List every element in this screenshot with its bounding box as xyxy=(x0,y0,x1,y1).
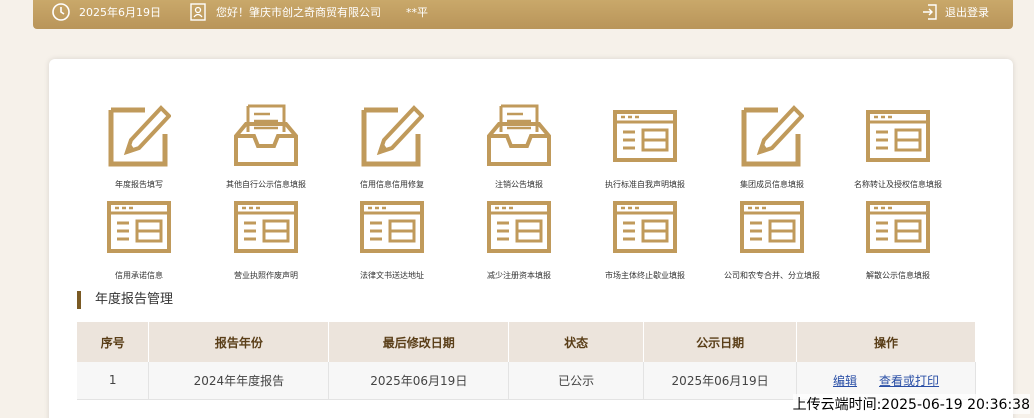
tile-dissolution[interactable]: 解散公示信息填报 xyxy=(835,195,961,291)
tile-group-members[interactable]: 集团成员信息填报 xyxy=(709,104,835,200)
cell-no: 1 xyxy=(77,362,150,400)
tile-business-suspension[interactable]: 市场主体终止歇业填报 xyxy=(582,195,708,291)
form-window-icon xyxy=(613,201,677,253)
tile-capital-reduction[interactable]: 减少注册资本填报 xyxy=(456,195,582,291)
tile-label: 法律文书送达地址 xyxy=(360,271,424,280)
cell-published: 2025年06月19日 xyxy=(643,362,798,400)
header-no: 序号 xyxy=(77,322,150,362)
clock-icon xyxy=(51,2,71,22)
section-title: 年度报告管理 xyxy=(77,291,173,309)
edit-icon xyxy=(741,105,804,167)
tile-label: 市场主体终止歇业填报 xyxy=(605,271,685,280)
tile-name-transfer[interactable]: 名称转让及授权信息填报 xyxy=(835,104,961,200)
table-header-row: 序号 报告年份 最后修改日期 状态 公示日期 操作 xyxy=(77,322,976,362)
tile-label: 减少注册资本填报 xyxy=(487,271,551,280)
tile-legal-address[interactable]: 法律文书送达地址 xyxy=(329,195,455,291)
logout-button[interactable]: 退出登录 xyxy=(921,0,989,24)
header-actions: 操作 xyxy=(796,322,976,362)
logout-icon xyxy=(921,3,939,21)
tile-label: 解散公示信息填报 xyxy=(866,271,930,280)
current-date: 2025年6月19日 xyxy=(79,6,161,19)
tile-other-public-info[interactable]: 其他自行公示信息填报 xyxy=(203,104,329,200)
cell-year: 2024年年度报告 xyxy=(148,362,330,400)
tile-label: 信用承诺信息 xyxy=(115,271,163,280)
tile-credit-repair[interactable]: 信用信息信用修复 xyxy=(329,104,455,200)
tile-label: 信用信息信用修复 xyxy=(360,180,424,189)
edit-icon xyxy=(361,105,424,167)
tile-deregistration-notice[interactable]: 注销公告填报 xyxy=(456,104,582,200)
tile-license-void[interactable]: 营业执照作废声明 xyxy=(203,195,329,291)
tile-label: 年度报告填写 xyxy=(115,180,163,189)
form-window-icon xyxy=(107,201,171,253)
inbox-document-icon xyxy=(487,104,551,166)
header-year: 报告年份 xyxy=(148,322,330,362)
inbox-document-icon xyxy=(234,104,298,166)
tile-credit-commitment[interactable]: 信用承诺信息 xyxy=(76,195,202,291)
tile-standard-declaration[interactable]: 执行标准自我声明填报 xyxy=(582,104,708,200)
form-window-icon xyxy=(740,201,804,253)
user-name: **平 xyxy=(406,6,428,19)
header-modified: 最后修改日期 xyxy=(328,322,510,362)
form-window-icon xyxy=(360,201,424,253)
upload-timestamp: 上传云端时间:2025-06-19 20:36:38 xyxy=(792,394,1030,414)
top-bar: 2025年6月19日 您好！肇庆市创之奇商贸有限公司 **平 退出登录 xyxy=(33,0,1013,29)
form-window-icon xyxy=(613,110,677,162)
tile-label: 执行标准自我声明填报 xyxy=(605,180,685,189)
cell-status: 已公示 xyxy=(508,362,645,400)
greeting-segment: 您好！肇庆市创之奇商贸有限公司 **平 xyxy=(190,0,428,24)
header-status: 状态 xyxy=(508,322,645,362)
form-window-icon xyxy=(866,201,930,253)
tile-label: 营业执照作废声明 xyxy=(234,271,298,280)
tile-annual-report[interactable]: 年度报告填写 xyxy=(76,104,202,200)
tile-label: 名称转让及授权信息填报 xyxy=(854,180,942,189)
annual-report-table: 序号 报告年份 最后修改日期 状态 公示日期 操作 1 2024年年度报告 20… xyxy=(77,322,976,400)
logout-label: 退出登录 xyxy=(945,6,989,19)
form-window-icon xyxy=(866,110,930,162)
greeting-text: 您好！肇庆市创之奇商贸有限公司 xyxy=(216,6,381,19)
tile-label: 公司和农专合并、分立填报 xyxy=(724,271,820,280)
tile-merger-split[interactable]: 公司和农专合并、分立填报 xyxy=(709,195,835,291)
user-badge-icon xyxy=(190,3,206,21)
tile-label: 集团成员信息填报 xyxy=(740,180,804,189)
form-window-icon xyxy=(234,201,298,253)
view-print-link[interactable]: 查看或打印 xyxy=(879,374,939,388)
edit-link[interactable]: 编辑 xyxy=(833,374,857,388)
cell-modified: 2025年06月19日 xyxy=(328,362,510,400)
tile-label: 其他自行公示信息填报 xyxy=(226,180,306,189)
date-segment: 2025年6月19日 xyxy=(51,0,161,24)
header-published: 公示日期 xyxy=(643,322,798,362)
tile-label: 注销公告填报 xyxy=(495,180,543,189)
form-window-icon xyxy=(487,201,551,253)
edit-icon xyxy=(108,105,171,167)
